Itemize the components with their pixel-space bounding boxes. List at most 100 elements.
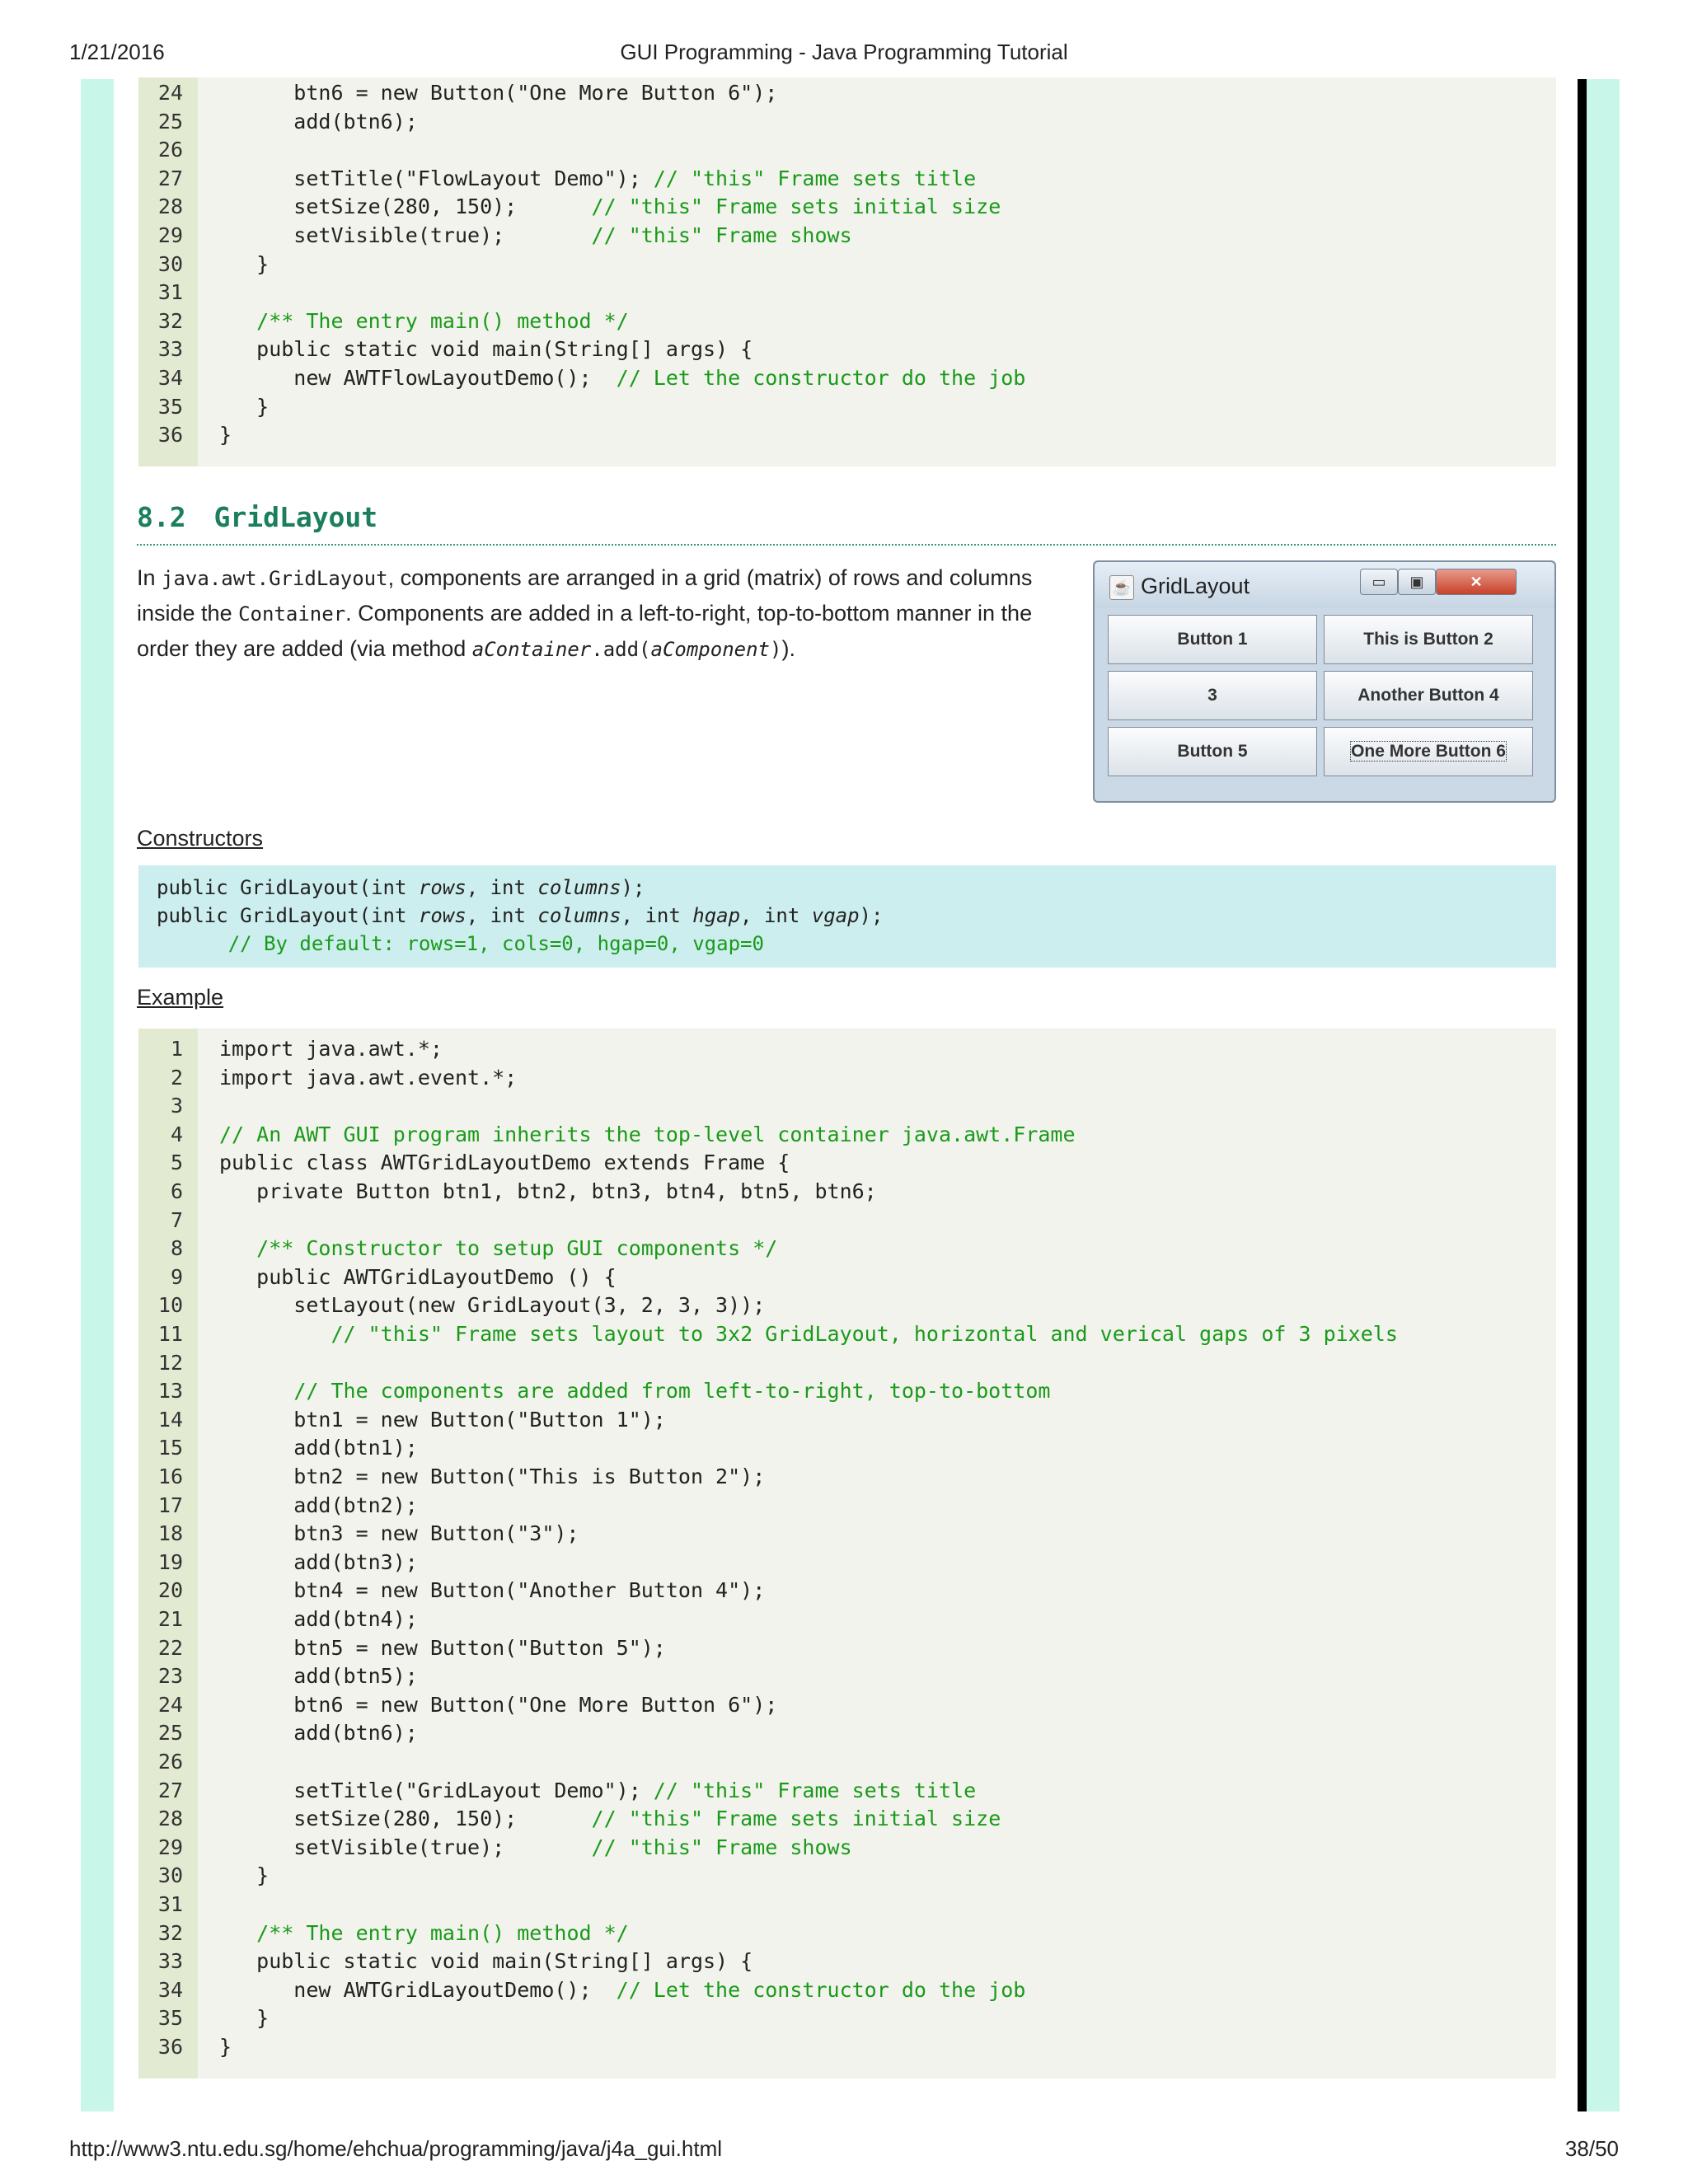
intro-text: In <box>137 565 162 590</box>
code-statement: add(btn6); <box>219 1721 418 1746</box>
line-number: 24 <box>157 81 183 105</box>
code-line: 23 add(btn5); <box>138 1662 1556 1690</box>
code-statement <box>219 1921 256 1945</box>
code-line: 20 btn4 = new Button("Another Button 4")… <box>138 1577 1556 1605</box>
line-number: 29 <box>157 223 183 247</box>
line-number: 32 <box>157 308 183 333</box>
line-number: 20 <box>157 1578 183 1603</box>
code-text: /** The entry main() method */ <box>219 307 629 335</box>
line-number: 30 <box>157 251 183 276</box>
code-text: public static void main(String[] args) { <box>219 335 753 363</box>
code-statement: setSize(280, 150); <box>219 1807 592 1831</box>
code-comment: // "this" Frame sets initial size <box>591 1807 1001 1831</box>
code-text: } <box>219 421 232 449</box>
section-number: 8.2 <box>137 501 186 533</box>
line-number: 4 <box>170 1122 183 1146</box>
code-line: 28 setSize(280, 150); // "this" Frame se… <box>138 1805 1556 1833</box>
code-text: import java.awt.*; <box>219 1035 443 1063</box>
line-number: 26 <box>157 1750 183 1774</box>
code-statement: public static void main(String[] args) { <box>219 1949 753 1974</box>
intro-code-gridlayout: java.awt.GridLayout <box>162 567 388 590</box>
code-line: 6 private Button btn1, btn2, btn3, btn4,… <box>138 1178 1556 1206</box>
constructor-signature-2: public GridLayout(int rows, int columns,… <box>157 902 883 930</box>
code-statement: btn2 = new Button("This is Button 2"); <box>219 1465 766 1488</box>
sig-param: columns <box>537 876 621 899</box>
grid-button-label: 3 <box>1207 686 1217 705</box>
code-statement: btn1 = new Button("Button 1"); <box>219 1407 666 1432</box>
line-number: 9 <box>170 1264 183 1289</box>
line-number: 25 <box>157 109 183 134</box>
code-line: 13 // The components are added from left… <box>138 1377 1556 1405</box>
sig-param: vgap <box>811 904 860 927</box>
code-statement: new AWTGridLayoutDemo(); <box>219 1977 617 2002</box>
code-line: 16 btn2 = new Button("This is Button 2")… <box>138 1463 1556 1491</box>
section-heading: 8.2 GridLayout <box>137 501 1556 546</box>
code-comment: // "this" Frame sets title <box>653 166 977 190</box>
code-comment: // The components are added from left-to… <box>293 1379 1051 1404</box>
code-text: add(btn3); <box>219 1549 418 1577</box>
line-number: 26 <box>157 138 183 162</box>
code-line: 8 /** Constructor to setup GUI component… <box>138 1235 1556 1263</box>
line-number: 5 <box>170 1151 183 1175</box>
code-text: add(btn5); <box>219 1662 418 1690</box>
intro-code-acomponent: aComponent <box>650 638 771 661</box>
line-number: 30 <box>157 1863 183 1888</box>
code-text: btn6 = new Button("One More Button 6"); <box>219 79 777 107</box>
line-number: 7 <box>170 1207 183 1232</box>
code-text: btn2 = new Button("This is Button 2"); <box>219 1463 765 1491</box>
code-statement: import java.awt.*; <box>219 1037 443 1061</box>
code-text: } <box>219 2033 232 2061</box>
code-text: add(btn1); <box>219 1434 418 1462</box>
code-line: 3 <box>138 1092 1556 1120</box>
intro-code-acontainer: aContainer <box>471 638 592 661</box>
code-statement: setVisible(true); <box>219 223 592 247</box>
code-statement: setTitle("FlowLayout Demo"); <box>219 166 654 190</box>
grid-button-2: This is Button 2 <box>1324 615 1533 664</box>
sig-param: hgap <box>692 904 741 927</box>
sig-param: rows <box>418 876 467 899</box>
intro-text: ). <box>781 636 795 661</box>
code-line: 11 // "this" Frame sets layout to 3x2 Gr… <box>138 1320 1556 1348</box>
code-statement: } <box>219 1863 270 1888</box>
code-text: add(btn4); <box>219 1605 418 1633</box>
code-line: 24 btn6 = new Button("One More Button 6"… <box>138 1691 1556 1719</box>
sig-text: , int <box>466 904 538 927</box>
line-number: 31 <box>157 1892 183 1916</box>
print-page-number: 38/50 <box>1564 2136 1619 2161</box>
code-comment: // Let the constructor do the job <box>616 1977 1026 2002</box>
minimize-icon: ▭ <box>1360 569 1398 595</box>
code-line: 21 add(btn4); <box>138 1605 1556 1633</box>
code-line: 31 <box>138 1891 1556 1919</box>
code-statement: setLayout(new GridLayout(3, 2, 3, 3)); <box>219 1293 766 1318</box>
code-line: 32 /** The entry main() method */ <box>138 1919 1556 1947</box>
line-number: 35 <box>157 2006 183 2031</box>
code-comment: /** The entry main() method */ <box>256 308 629 333</box>
code-text: btn5 = new Button("Button 5"); <box>219 1634 666 1662</box>
line-number: 36 <box>157 423 183 448</box>
code-line: 7 <box>138 1207 1556 1235</box>
line-number: 34 <box>157 366 183 390</box>
code-line: 36} <box>138 2033 1556 2061</box>
line-number: 1 <box>170 1037 183 1061</box>
code-line: 28 setSize(280, 150); // "this" Frame se… <box>138 193 1556 221</box>
code-text: setLayout(new GridLayout(3, 2, 3, 3)); <box>219 1291 765 1319</box>
code-line: 33 public static void main(String[] args… <box>138 335 1556 363</box>
code-line: 27 setTitle("FlowLayout Demo"); // "this… <box>138 165 1556 193</box>
code-text: new AWTGridLayoutDemo(); // Let the cons… <box>219 1976 1025 2004</box>
code-text: /** The entry main() method */ <box>219 1919 629 1947</box>
code-statement: add(btn6); <box>219 109 418 134</box>
code-text: public static void main(String[] args) { <box>219 1947 753 1975</box>
sig-text: , int <box>621 904 693 927</box>
line-number: 23 <box>157 1664 183 1689</box>
code-line: 22 btn5 = new Button("Button 5"); <box>138 1634 1556 1662</box>
code-text: btn4 = new Button("Another Button 4"); <box>219 1577 765 1605</box>
line-number: 8 <box>170 1236 183 1261</box>
example-label: Example <box>137 985 224 1010</box>
constructor-signatures: public GridLayout(int rows, int columns)… <box>138 865 1556 968</box>
code-line: 24 btn6 = new Button("One More Button 6"… <box>138 79 1556 107</box>
sig-text: ); <box>621 876 645 899</box>
code-text: btn6 = new Button("One More Button 6"); <box>219 1691 777 1719</box>
code-statement <box>219 309 256 333</box>
code-text: // An AWT GUI program inherits the top-l… <box>219 1121 1076 1149</box>
right-margin-band <box>1587 79 1620 2111</box>
